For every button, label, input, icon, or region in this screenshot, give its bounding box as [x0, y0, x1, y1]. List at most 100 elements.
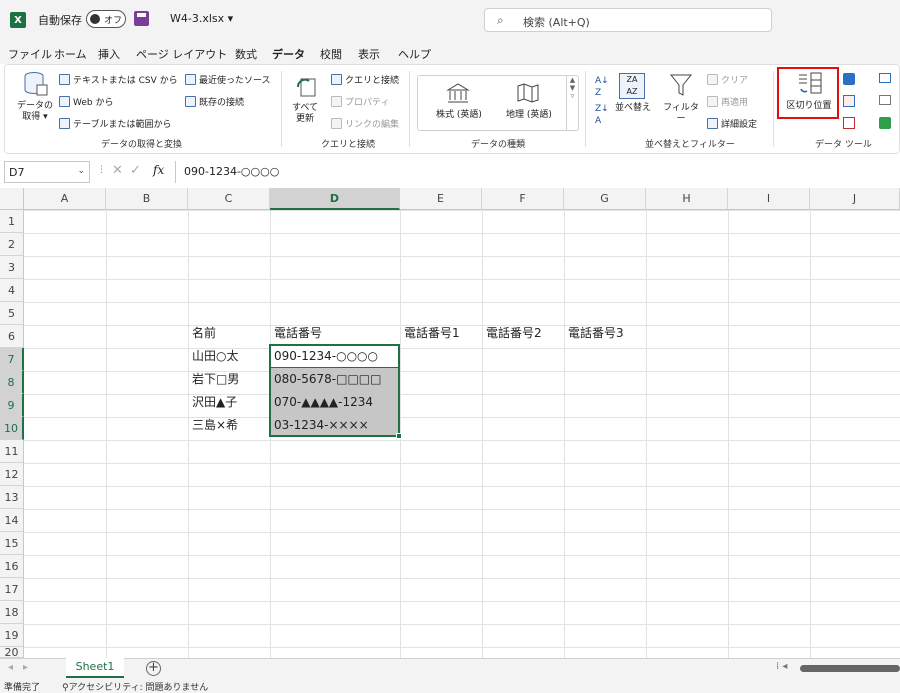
cell-d9[interactable]: 070-▲▲▲▲-1234 — [270, 391, 400, 414]
cell-c6[interactable]: 名前 — [188, 322, 270, 345]
sheet-tab-sheet1[interactable]: Sheet1 — [66, 658, 124, 678]
cell-c9[interactable]: 沢田▲子 — [188, 391, 270, 414]
row-header-11[interactable]: 11 — [0, 440, 24, 463]
properties-label: プロパティ — [345, 98, 390, 108]
tab-formulas[interactable]: 数式 — [235, 46, 257, 62]
scroll-grip-icon[interactable]: ⁞ ◂ — [776, 661, 787, 672]
row-header-18[interactable]: 18 — [0, 601, 24, 624]
sheet-nav-arrows-icon[interactable]: ◂▸ — [8, 662, 38, 673]
row-header-12[interactable]: 12 — [0, 463, 24, 486]
tab-insert[interactable]: 挿入 — [98, 46, 120, 62]
column-header-c[interactable]: C — [188, 188, 270, 210]
cell-d6[interactable]: 電話番号 — [270, 322, 400, 345]
column-header-h[interactable]: H — [646, 188, 728, 210]
add-sheet-icon[interactable]: + — [146, 661, 161, 676]
cell-c10[interactable]: 三島×希 — [188, 414, 270, 437]
from-web-button[interactable]: Web から — [59, 95, 113, 108]
cell-d8[interactable]: 080-5678-□□□□ — [270, 368, 400, 391]
cell-d10[interactable]: 03-1234-×××× — [270, 414, 400, 437]
from-table-button[interactable]: テーブルまたは範囲から — [59, 117, 171, 130]
cell-e6[interactable]: 電話番号1 — [400, 322, 482, 345]
recent-sources-button[interactable]: 最近使ったソース — [185, 73, 271, 86]
queries-connections-button[interactable]: クエリと接続 — [331, 73, 399, 86]
gallery-scroll[interactable]: ▲ ▼ ▿ — [566, 76, 578, 130]
row-header-5[interactable]: 5 — [0, 302, 24, 325]
name-box[interactable]: D7 ⌄ — [4, 161, 90, 183]
column-header-j[interactable]: J — [810, 188, 900, 210]
save-icon[interactable] — [134, 11, 149, 26]
cancel-icon[interactable]: ✕ — [112, 163, 123, 178]
cell-d7[interactable]: 090-1234-○○○○ — [270, 345, 400, 368]
flash-fill-icon[interactable] — [843, 73, 855, 85]
column-header-d[interactable]: D — [270, 188, 400, 210]
remove-duplicates-icon[interactable] — [843, 95, 855, 107]
formula-input[interactable]: 090-1234-○○○○ — [175, 161, 900, 183]
from-text-csv-button[interactable]: テキストまたは CSV から — [59, 73, 178, 86]
row-header-14[interactable]: 14 — [0, 509, 24, 532]
row-header-10[interactable]: 10 — [0, 417, 24, 440]
advanced-filter-button[interactable]: 詳細設定 — [707, 117, 757, 130]
select-all-corner[interactable] — [0, 188, 24, 210]
enter-icon[interactable]: ✓ — [130, 163, 141, 178]
refresh-all-button[interactable]: すべて 更新 — [287, 103, 323, 125]
column-header-e[interactable]: E — [400, 188, 482, 210]
tab-data[interactable]: データ — [272, 46, 305, 67]
row-header-20[interactable]: 20 — [0, 647, 24, 658]
relationships-icon[interactable] — [879, 95, 891, 105]
tab-page-layout[interactable]: ページ レイアウト — [136, 46, 227, 62]
insert-function-icon[interactable]: fx — [153, 163, 164, 177]
existing-connections-button[interactable]: 既存の接続 — [185, 95, 244, 108]
tab-home[interactable]: ホーム — [54, 46, 87, 62]
search-box[interactable]: ⌕ 検索 (Alt+Q) — [484, 8, 772, 32]
cell-f6[interactable]: 電話番号2 — [482, 322, 564, 345]
consolidate-icon[interactable] — [879, 73, 891, 83]
sort-za-icon[interactable]: Z↓ A — [595, 103, 609, 127]
row-header-16[interactable]: 16 — [0, 555, 24, 578]
column-header-b[interactable]: B — [106, 188, 188, 210]
row-header-19[interactable]: 19 — [0, 624, 24, 647]
cell-c7[interactable]: 山田○太 — [188, 345, 270, 368]
manage-data-model-icon[interactable] — [879, 117, 891, 129]
reapply-button[interactable]: 再適用 — [707, 95, 748, 108]
row-header-3[interactable]: 3 — [0, 256, 24, 279]
properties-button[interactable]: プロパティ — [331, 95, 389, 108]
column-header-a[interactable]: A — [24, 188, 106, 210]
row-header-17[interactable]: 17 — [0, 578, 24, 601]
stocks-button[interactable]: 株式 (英語) — [424, 110, 494, 121]
tab-file[interactable]: ファイル — [8, 46, 52, 62]
row-header-8[interactable]: 8 — [0, 371, 24, 394]
column-header-i[interactable]: I — [728, 188, 810, 210]
autosave-toggle[interactable]: オフ — [86, 10, 126, 28]
text-to-columns-button[interactable]: 区切り位置 — [781, 101, 837, 112]
row-header-1[interactable]: 1 — [0, 210, 24, 233]
row-header-15[interactable]: 15 — [0, 532, 24, 555]
geography-button[interactable]: 地理 (英語) — [494, 110, 564, 121]
horizontal-scrollbar[interactable] — [800, 665, 900, 672]
cell-g6[interactable]: 電話番号3 — [564, 322, 646, 345]
column-header-g[interactable]: G — [564, 188, 646, 210]
cell-area[interactable] — [24, 210, 900, 658]
get-data-button[interactable]: データの 取得 ▾ — [15, 101, 55, 123]
row-header-9[interactable]: 9 — [0, 394, 24, 417]
column-header-f[interactable]: F — [482, 188, 564, 210]
file-name-dropdown[interactable]: W4-3.xlsx ▾ — [170, 12, 233, 25]
data-validation-icon[interactable] — [843, 117, 855, 129]
tab-review[interactable]: 校閲 — [320, 46, 342, 62]
row-header-13[interactable]: 13 — [0, 486, 24, 509]
sort-button[interactable]: 並べ替え — [611, 103, 655, 114]
gridline — [106, 210, 107, 658]
row-header-2[interactable]: 2 — [0, 233, 24, 256]
tab-help[interactable]: ヘルプ — [398, 46, 431, 62]
chevron-down-icon[interactable]: ⌄ — [77, 166, 85, 176]
filter-button[interactable]: フィルター — [659, 103, 703, 125]
row-header-6[interactable]: 6 — [0, 325, 24, 348]
accessibility-icon: ⚲ — [62, 683, 69, 693]
sort-az-icon[interactable]: A↓ Z — [595, 75, 609, 99]
tab-view[interactable]: 表示 — [358, 46, 380, 62]
edit-links-button[interactable]: リンクの編集 — [331, 117, 399, 130]
cell-c8[interactable]: 岩下□男 — [188, 368, 270, 391]
row-header-7[interactable]: 7 — [0, 348, 24, 371]
clear-button[interactable]: クリア — [707, 73, 748, 86]
row-header-4[interactable]: 4 — [0, 279, 24, 302]
accessibility-status[interactable]: ⚲アクセシビリティ: 問題ありません — [62, 680, 208, 693]
